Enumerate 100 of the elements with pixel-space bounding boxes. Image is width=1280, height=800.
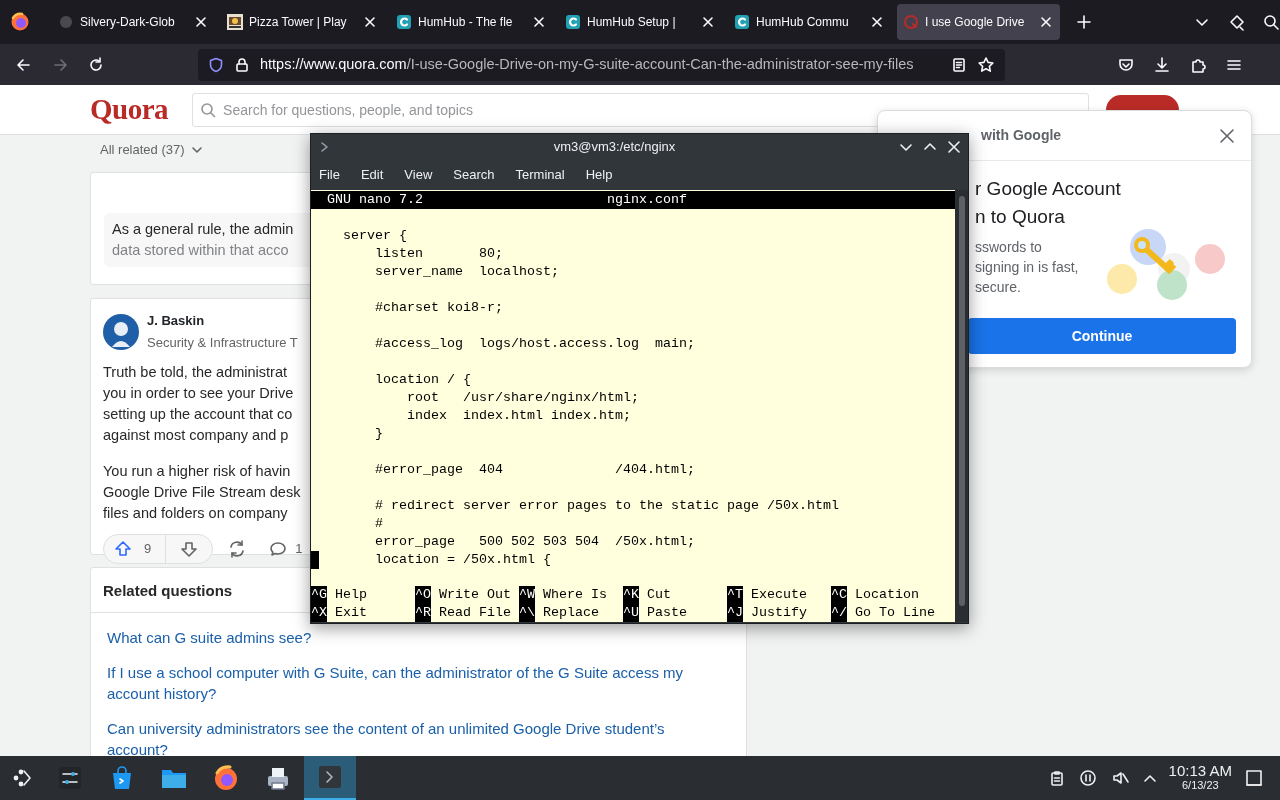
shortcut-key: ^W [519, 586, 535, 604]
filter-dropdown[interactable]: All related (37) [100, 140, 185, 160]
plus-icon[interactable] [1076, 14, 1092, 30]
browser-tab[interactable]: HumHub - The fle [390, 4, 553, 40]
answer-text: Google Drive File Stream desk [103, 483, 301, 502]
author-name[interactable]: J. Baskin [147, 311, 298, 331]
file-name: nginx.conf [607, 191, 687, 209]
comment-count: 1 [295, 540, 303, 559]
lock-icon [234, 56, 250, 73]
terminal-icon [316, 763, 344, 791]
shortcut-key: ^G [311, 586, 327, 604]
summary-text: data stored within that acco [112, 241, 289, 260]
url-text: https://www.quora.com/I-use-Google-Drive-on-my-G-suite-account-Can-the-administrator-see-my-files [260, 54, 915, 74]
prompt-text: secure. [975, 278, 1022, 297]
answer-text: against most company and p [103, 426, 289, 445]
ring-logo-icon [903, 14, 919, 30]
close-icon[interactable] [531, 14, 547, 30]
firefox-icon[interactable] [10, 12, 30, 32]
terminal-icon [319, 140, 331, 154]
scrollbar[interactable] [955, 190, 968, 622]
code-line: server { [342, 227, 407, 245]
browser-tab[interactable]: Pizza Tower | Play [221, 4, 384, 40]
shortcut-label: Help [334, 586, 367, 604]
shortcut-key: ^U [623, 604, 639, 622]
browser-icon [212, 764, 240, 792]
browser-tab[interactable]: Silvery-Dark-Glob [52, 4, 215, 40]
upvote-count: 9 [144, 540, 152, 559]
menu-item[interactable]: View [399, 165, 439, 185]
clipboard-icon[interactable] [1048, 770, 1065, 786]
code-line: #access_log logs/host.access.log main; [374, 335, 695, 353]
logo[interactable]: Quora [90, 87, 169, 132]
comment-icon [269, 540, 288, 558]
close-icon[interactable] [1038, 14, 1054, 30]
menu-item[interactable]: File [314, 165, 346, 185]
shortcut-label: Write Out [438, 586, 511, 604]
prompt-header: with Google [981, 126, 1063, 145]
prompt-title: n to Quora [975, 205, 1066, 229]
close-icon[interactable] [362, 14, 378, 30]
code-line: root /usr/share/nginx/html; [405, 389, 639, 407]
menu-item[interactable]: Search [448, 165, 501, 185]
shortcut-key: ^K [623, 586, 639, 604]
browser-tab[interactable]: HumHub Commu [728, 4, 891, 40]
sliders-icon [56, 764, 84, 792]
shortcut-key: ^R [415, 604, 431, 622]
close-icon[interactable] [700, 14, 716, 30]
shortcut-key: ^X [311, 604, 327, 622]
continue-button[interactable]: Continue [968, 318, 1236, 354]
close-icon[interactable] [869, 14, 885, 30]
prompt-text: sswords to [975, 238, 1043, 257]
shortcut-key: ^\ [519, 604, 535, 622]
shortcut-label: Execute [750, 586, 807, 604]
address-bar[interactable]: https://www.quora.com/I-use-Google-Drive-on-my-G-suite-account-Can-the-administrator-see-my-files [198, 48, 1005, 81]
comment-button[interactable]: 1 [269, 539, 303, 559]
window-title: vm3@vm3:/etc/nginx [552, 138, 677, 157]
code-line: } [374, 425, 383, 443]
avatar-icon [103, 313, 139, 350]
code-line: # [374, 515, 383, 533]
answer-text: you in order to see your Drive [103, 384, 294, 403]
shortcut-key: ^/ [831, 604, 847, 622]
question-link[interactable]: If I use a school computer with G Suite, can the administrator of the G Suite access my account history? [91, 661, 746, 704]
question-link[interactable]: What can G suite admins see? [91, 626, 746, 648]
shortcut-label: Location [854, 586, 919, 604]
prompt-text: signing in is fast, [975, 258, 1080, 277]
muted-speaker-icon[interactable] [1110, 769, 1129, 787]
shortcut-key: ^O [415, 586, 431, 604]
browser-tab[interactable]: I use Google Drive [897, 4, 1060, 40]
author-credential: Security & Infrastructure T [147, 333, 298, 352]
menu-item[interactable]: Edit [355, 165, 390, 185]
search-icon [200, 101, 217, 118]
close-icon[interactable] [193, 14, 209, 30]
shield-icon [208, 56, 224, 73]
shortcut-label: Justify [750, 604, 807, 622]
download-icon[interactable] [1153, 55, 1171, 74]
menu-item[interactable]: Help [580, 165, 619, 185]
close-icon[interactable] [946, 139, 962, 155]
code-line: location = /50x.html { [374, 551, 551, 569]
reader-view-icon[interactable] [951, 56, 967, 73]
upvote-button[interactable]: 9 [104, 535, 167, 563]
answer-text: Truth be told, the administrat [103, 363, 288, 382]
pause-icon[interactable] [1078, 769, 1097, 787]
code-line: location / { [374, 371, 471, 389]
ring-logo-icon [734, 14, 750, 30]
browser-tab[interactable]: HumHub Setup | [559, 4, 722, 40]
shortcut-key: ^J [727, 604, 743, 622]
star-icon[interactable] [977, 55, 995, 74]
code-line: # redirect server error pages to the static page /50x.html [374, 497, 839, 515]
answer-text: files and folders on company [103, 504, 288, 523]
code-line: #error_page 404 /404.html; [374, 461, 695, 479]
prompt-title: r Google Account [975, 177, 1122, 201]
show-desktop-icon[interactable] [1244, 768, 1264, 788]
down-arrow-icon [180, 540, 199, 558]
page-icon [58, 14, 74, 30]
question-link[interactable]: Can university administrators see the content of an unlimited Google Drive student’s account? [91, 717, 746, 760]
shortcut-label: Go To Line [854, 604, 935, 622]
code-line: server_name localhost; [374, 263, 559, 281]
clock[interactable]: 10:13 AM 6/13/23 [1168, 763, 1232, 793]
code-line: #charset koi8-r; [374, 299, 503, 317]
ring-logo-icon [396, 14, 412, 30]
menu-item[interactable]: Terminal [510, 165, 571, 185]
shortcut-label: Where Is [542, 586, 607, 604]
